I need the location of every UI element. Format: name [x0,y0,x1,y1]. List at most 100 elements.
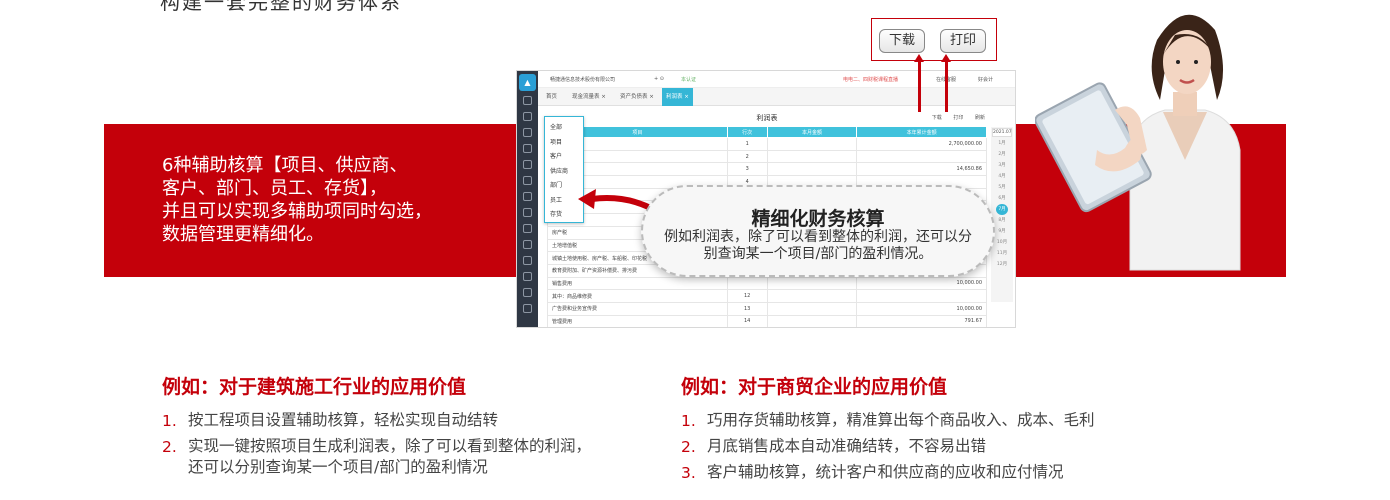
feature-description: 6种辅助核算【项目、供应商、 客户、部门、员工、存货】， 并且可以实现多辅助项同… [162,154,492,246]
row-year-amount [856,149,987,164]
callout-title: 精细化财务核算 [751,208,885,230]
filter-option[interactable]: 项目 [545,136,583,151]
feature-line: 并且可以实现多辅助项同时勾选， [162,201,432,222]
promo-text[interactable]: 电电二、四财税课程直播 [843,76,898,83]
month-option[interactable]: 6月 [991,193,1013,204]
construction-benefits-list: 1. 按工程项目设置辅助核算，轻松实现自动结转 2. 实现一键按照项目生成利润表，除… [162,410,591,483]
row-index: 13 [726,301,768,316]
table-row[interactable]: 销售费用 10,000.00 [547,276,987,291]
row-year-amount: 10,000.00 [856,301,987,316]
print-pointer-line [945,60,948,112]
table-row[interactable]: 3 14,650.86 [547,162,987,177]
filter-option[interactable]: 供应商 [545,165,583,180]
list-item: 1. 巧用存货辅助核算，精准算出每个商品收入、成本、毛利 [681,411,1095,430]
company-name[interactable]: 畅捷通信息技术股份有限公司 [550,76,615,83]
row-year-amount: 2,700,000.00 [856,137,987,151]
expand-icon[interactable] [523,304,532,313]
filter-option[interactable]: 客户 [545,150,583,165]
user-name[interactable]: 好会计 [978,76,993,83]
home-icon[interactable] [523,96,532,105]
month-option[interactable]: 2月 [991,149,1013,160]
app-tab-bar: 首页 现金流量表 × 资产负债表 × 利润表 × [538,88,1015,106]
presenter-illustration [1035,14,1241,271]
add-icon[interactable]: + ⊙ [654,76,664,82]
download-pointer-line [918,60,921,112]
row-index [726,276,768,291]
tax-icon[interactable] [523,224,532,233]
feature-line: 6种辅助核算【项目、供应商、 [162,155,408,176]
app-logo-icon: ▲ [519,74,536,91]
row-year-amount: 10,000.00 [856,276,987,291]
row-index: 3 [726,162,768,177]
row-index: 14 [726,314,768,327]
month-option[interactable]: 7月 [996,204,1008,215]
column-header: 本月金额 [766,126,858,138]
row-item: 广告费和业务宣传费 [547,301,728,316]
row-index: 2 [726,149,768,164]
voucher-icon[interactable] [523,112,532,121]
download-small-button[interactable]: 下载 [932,115,942,121]
refresh-small-button[interactable]: 刷新 [975,115,985,121]
row-year-amount: 14,650.86 [856,162,987,177]
list-item: 2. 实现一键按照项目生成利润表，除了可以看到整体的利润， 还可以分别查询某一个项… [162,437,592,476]
month-option[interactable]: 4月 [991,171,1013,182]
invoice-icon[interactable] [523,176,532,185]
report-actions: 下载 打印 刷新 [922,114,985,121]
row-year-amount [856,289,987,303]
status-text: 本认证 [681,77,697,83]
table-row[interactable]: 其中：商品维修费 12 [547,289,987,303]
column-header: 本年累计金额 [856,126,987,138]
callout-text: 例如利润表，除了可以看到整体的利润，还可以分别查询某一个项目/部门的盈利情况。 [664,229,972,262]
callout-bubble: 精细化财务核算 例如利润表，除了可以看到整体的利润，还可以分别查询某一个项目/部… [641,185,995,277]
tab-cashflow[interactable]: 现金流量表 × [568,88,610,106]
row-month-amount [766,149,858,164]
row-index: 12 [726,289,768,303]
app-sidebar: ▲ [517,71,538,327]
salary-icon[interactable] [523,208,532,217]
settings-icon[interactable] [523,256,532,265]
table-row[interactable]: 本2 [547,149,987,164]
month-option[interactable]: 12月 [991,259,1013,270]
partial-section-title: 构建一套完整的财务体系 [160,0,402,14]
tab-income-statement[interactable]: 利润表 × [662,88,693,106]
cash-icon[interactable] [523,160,532,169]
list-item: 2. 月底销售成本自动准确结转，不容易出错 [681,437,987,456]
row-item: 管理费用 [547,314,728,327]
row-year-amount: 791.67 [856,314,987,327]
list-item: 1. 按工程项目设置辅助核算，轻松实现自动结转 [162,411,499,430]
trade-benefits-list: 1. 巧用存货辅助核算，精准算出每个商品收入、成本、毛利 2. 月底销售成本自动准确… [681,410,1095,488]
app-top-bar: 畅捷通信息技术股份有限公司 + ⊙ 本认证 电电二、四财税课程直播 在线客服 好… [538,71,1015,88]
table-row[interactable]: 广告费和业务宣传费 13 10,000.00 [547,301,987,316]
download-print-highlight: 下载 打印 [871,18,997,61]
print-small-button[interactable]: 打印 [953,115,963,121]
section-title-construction: 例如：对于建筑施工行业的应用价值 [162,376,467,398]
row-month-amount [766,301,858,316]
help-icon[interactable] [523,288,532,297]
row-item: 其中：商品维修费 [547,289,728,303]
row-month-amount [766,314,858,327]
filter-option[interactable]: 全部 [545,121,583,136]
tools-icon[interactable] [523,272,532,281]
ledger-icon[interactable] [523,128,532,137]
report-icon[interactable] [523,144,532,153]
download-button[interactable]: 下载 [879,29,926,53]
download-pointer-head [914,54,924,62]
print-pointer-head [941,54,951,62]
asset-icon[interactable] [523,192,532,201]
tab-balance-sheet[interactable]: 资产负债表 × [616,88,658,106]
print-button[interactable]: 打印 [940,29,987,53]
tab-home[interactable]: 首页 [542,88,561,106]
month-option[interactable]: 3月 [991,160,1013,171]
row-index: 1 [726,137,768,151]
feature-line: 数据管理更精细化。 [162,224,324,245]
month-option[interactable]: 11月 [991,248,1013,259]
year-label[interactable]: 2021.07 [992,128,1012,137]
month-option[interactable]: 5月 [991,182,1013,193]
report-title: 利润表 [756,114,778,122]
row-month-amount [766,276,858,291]
table-row[interactable]: 1 2,700,000.00 [547,137,987,151]
table-row[interactable]: 管理费用 14 791.67 [547,314,987,327]
column-header: 行次 [726,126,768,138]
inventory-icon[interactable] [523,240,532,249]
month-option[interactable]: 1月 [991,138,1013,149]
